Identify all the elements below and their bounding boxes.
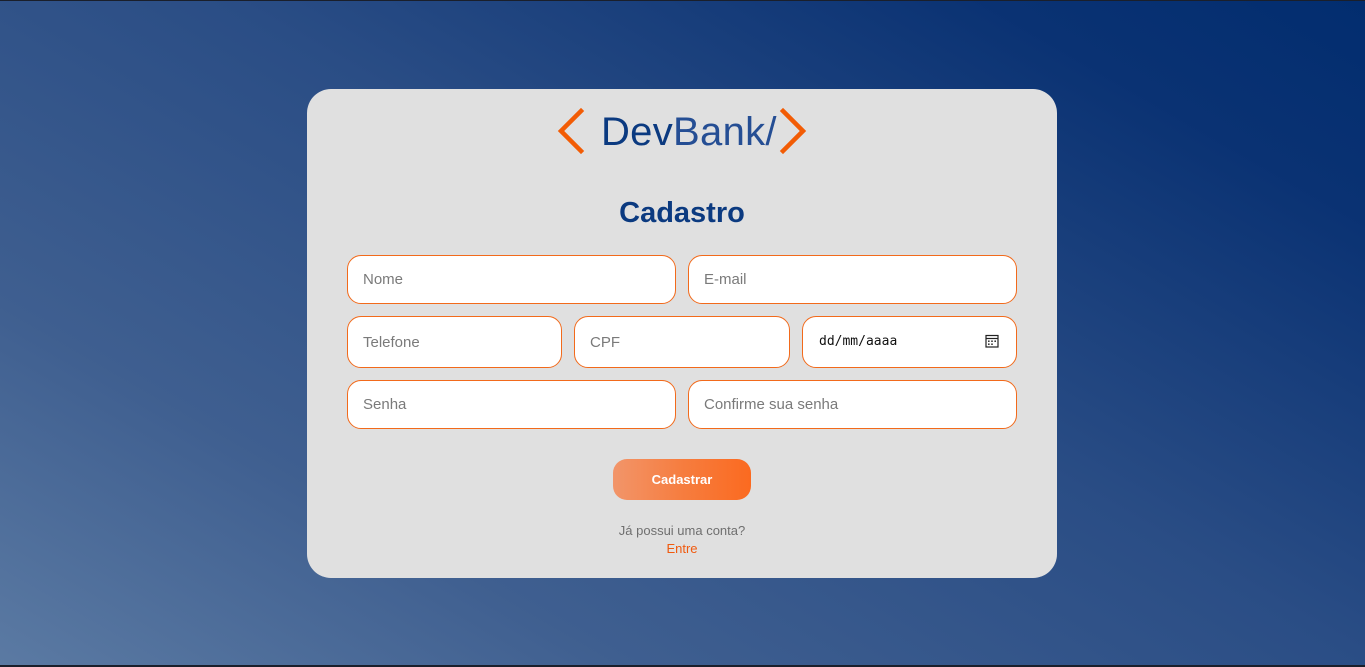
calendar-icon[interactable] — [985, 334, 999, 348]
email-field[interactable] — [688, 255, 1017, 304]
logo-text-bank: Bank/ — [673, 110, 777, 154]
name-field[interactable] — [347, 255, 676, 304]
signup-card: DevBank/ Cadastro dd/mm/aaaa Cadastrar J… — [307, 89, 1057, 578]
logo-wordmark: DevBank/ — [601, 109, 777, 155]
date-placeholder: dd/mm/aaaa — [819, 334, 898, 349]
signup-button[interactable]: Cadastrar — [613, 459, 751, 500]
cpf-field[interactable] — [574, 316, 790, 368]
has-account-text: Já possui uma conta? — [618, 523, 746, 538]
chevron-right-icon — [779, 107, 807, 155]
password-field[interactable] — [347, 380, 676, 429]
login-link-wrapper: Entre — [307, 541, 1057, 557]
logo-text-dev: Dev — [601, 110, 674, 154]
chevron-left-icon — [557, 107, 585, 155]
window-top-border — [0, 0, 1365, 1]
page-title: Cadastro — [619, 197, 745, 229]
birthdate-field[interactable]: dd/mm/aaaa — [802, 316, 1017, 368]
confirm-password-field[interactable] — [688, 380, 1017, 429]
login-link[interactable]: Entre — [666, 541, 697, 556]
phone-field[interactable] — [347, 316, 562, 368]
devbank-logo: DevBank/ — [557, 107, 807, 157]
